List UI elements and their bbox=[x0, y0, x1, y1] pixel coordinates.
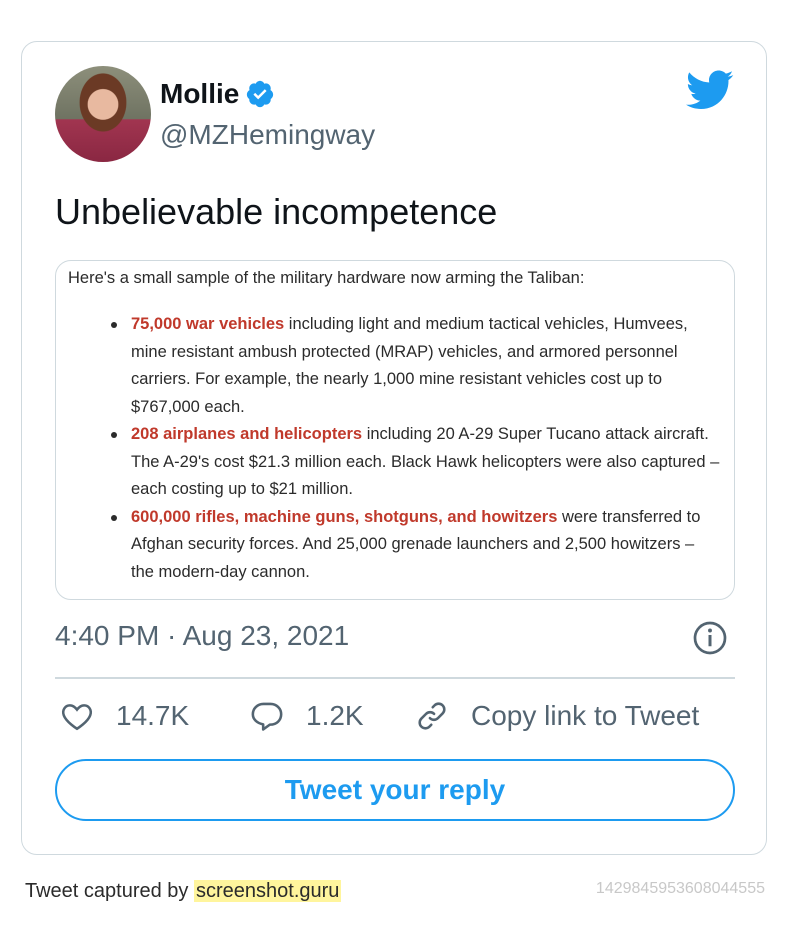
list-item: 208 airplanes and helicopters including … bbox=[111, 421, 721, 504]
avatar[interactable] bbox=[55, 66, 151, 162]
highlight-text: 208 airplanes and helicopters bbox=[131, 425, 363, 443]
divider bbox=[55, 677, 735, 679]
highlight-text: 600,000 rifles, machine guns, shotguns, … bbox=[131, 507, 558, 526]
info-icon[interactable] bbox=[692, 620, 728, 656]
copy-link-action[interactable]: Copy link to Tweet bbox=[415, 699, 699, 733]
list-item: 75,000 war vehicles including light and … bbox=[111, 311, 721, 421]
reply-count: 1.2K bbox=[306, 700, 364, 731]
verified-badge-icon bbox=[247, 80, 274, 108]
screenshot-guru-link[interactable]: screenshot.guru bbox=[193, 880, 342, 902]
like-count: 14.7K bbox=[116, 700, 190, 731]
tweet-your-reply-button[interactable]: Tweet your reply bbox=[55, 759, 735, 821]
reply-bubble-icon bbox=[251, 702, 283, 731]
twitter-bird-icon[interactable] bbox=[686, 70, 734, 110]
highlight-text: 75,000 war vehicles bbox=[131, 315, 285, 333]
tweet-id: 1429845953608044555 bbox=[595, 880, 765, 897]
reply-action[interactable]: 1.2K bbox=[250, 699, 364, 733]
list-item: 600,000 rifles, machine guns, shotguns, … bbox=[111, 504, 721, 587]
tweet-card: Mollie @MZHemingway Unbelievable incompe… bbox=[21, 41, 767, 855]
tweet-media-image[interactable]: Here's a small sample of the military ha… bbox=[55, 260, 735, 600]
heart-icon bbox=[61, 704, 93, 731]
user-handle[interactable]: @MZHemingway bbox=[160, 119, 375, 151]
like-action[interactable]: 14.7K bbox=[60, 699, 189, 733]
capture-credit: Tweet captured by screenshot.guru bbox=[25, 880, 342, 903]
display-name[interactable]: Mollie bbox=[160, 78, 239, 110]
media-bullet-list: 75,000 war vehicles including light and … bbox=[111, 311, 721, 587]
tweet-timestamp[interactable]: 4:40 PM · Aug 23, 2021 bbox=[55, 620, 349, 652]
capture-credit-prefix: Tweet captured by bbox=[25, 880, 194, 902]
copy-link-label: Copy link to Tweet bbox=[471, 700, 700, 731]
tweet-text: Unbelievable incompetence bbox=[55, 191, 498, 232]
link-icon bbox=[418, 702, 446, 730]
display-name-row[interactable]: Mollie bbox=[160, 78, 275, 110]
media-intro-text: Here's a small sample of the military ha… bbox=[68, 269, 585, 287]
